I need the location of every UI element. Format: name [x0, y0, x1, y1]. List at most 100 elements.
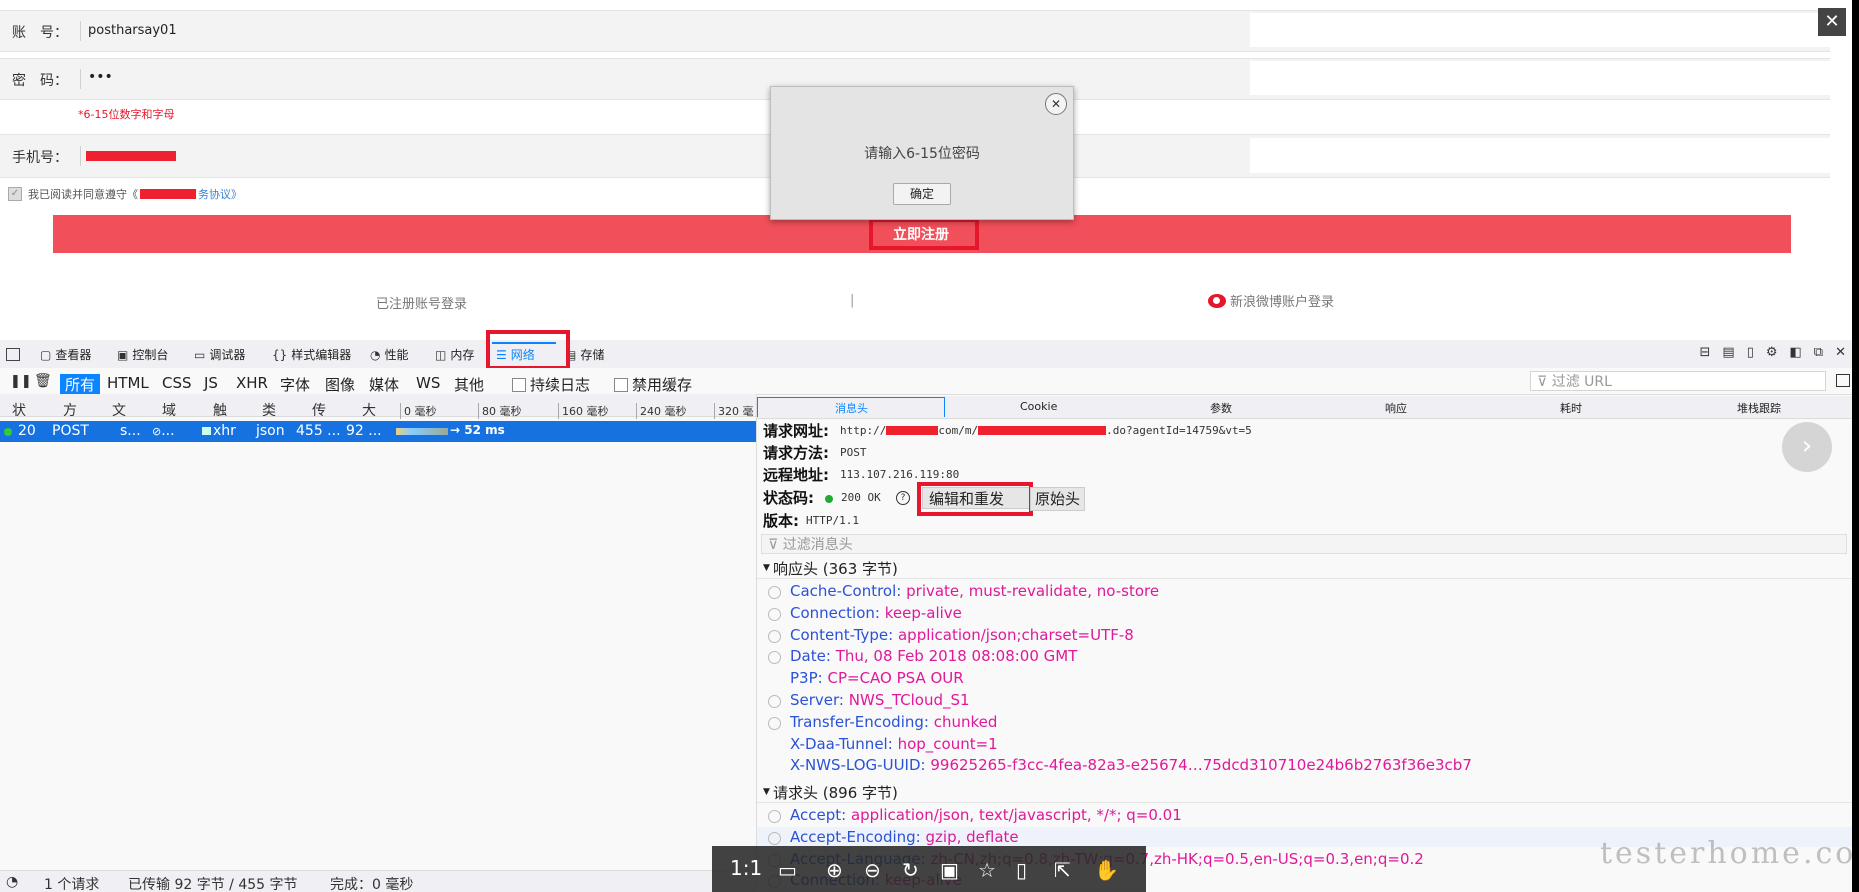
filter-4[interactable]: XHR [236, 374, 268, 392]
header-row[interactable]: Date: Thu, 08 Feb 2018 08:08:00 GMT [790, 647, 1077, 665]
header-help-icon[interactable] [768, 831, 781, 845]
agree-checkbox[interactable]: ✓ [8, 187, 22, 201]
filter-1[interactable]: HTML [107, 374, 149, 392]
tab-label: 调试器 [209, 348, 246, 362]
split-console-icon[interactable]: ⊟ [1699, 345, 1710, 360]
header-row[interactable]: X-Daa-Tunnel: hop_count=1 [790, 735, 998, 753]
pick-element-icon[interactable] [6, 348, 20, 361]
tab-inspector[interactable]: ▢ 查看器 [40, 346, 91, 363]
tab-storage[interactable]: ▤ 存储 [565, 346, 604, 363]
phone-icon[interactable]: ▯ [1747, 345, 1754, 360]
perf-icon[interactable]: ◔ [6, 874, 18, 890]
column-header[interactable]: 方 [63, 400, 77, 420]
persist-logs-toggle[interactable]: 持续日志 [512, 374, 590, 395]
disable-cache-toggle[interactable]: 禁用缓存 [614, 374, 692, 395]
column-header[interactable]: 触 [213, 400, 227, 420]
filter-0[interactable]: 所有 [60, 374, 101, 395]
header-row[interactable]: Accept-Encoding: gzip, deflate [790, 828, 1019, 846]
version-value: HTTP/1.1 [806, 514, 859, 527]
filter-6[interactable]: 图像 [325, 374, 355, 395]
header-help-icon[interactable] [768, 695, 781, 708]
tab-console[interactable]: ▣ 控制台 [117, 346, 168, 363]
header-row[interactable]: Accept: application/json, text/javascrip… [790, 806, 1182, 824]
fit-window-icon[interactable]: ▭ [778, 858, 797, 882]
dialog-confirm-button[interactable]: 确定 [893, 183, 951, 205]
request-row[interactable]: 20 POST s... ⊘... xhr json 455 ... 92 ..… [0, 421, 756, 442]
detail-tab[interactable]: Cookie [1020, 400, 1057, 413]
hand-icon[interactable]: ✋ [1094, 858, 1119, 882]
weibo-login-link[interactable]: 新浪微博账户登录 [1208, 291, 1334, 310]
request-headers-section[interactable]: ▼ 请求头 (896 字节) [757, 782, 1852, 803]
filter-2[interactable]: CSS [162, 374, 192, 392]
header-row[interactable]: Connection: keep-alive [790, 604, 962, 622]
status-code-label: 状态码: [763, 489, 814, 507]
sidebar-toggle-icon[interactable] [1836, 374, 1850, 387]
header-help-icon[interactable] [768, 651, 781, 665]
column-header[interactable]: 类 [262, 400, 276, 420]
tab-style-editor[interactable]: {} 样式编辑器 [272, 346, 351, 363]
phone-transfer-icon[interactable]: ▯ [1016, 858, 1027, 882]
header-help-icon[interactable] [768, 810, 781, 823]
header-row[interactable]: P3P: CP=CAO PSA OUR [790, 669, 964, 687]
login-divider: | [850, 293, 855, 308]
raw-headers-button[interactable]: 原始头 [1030, 487, 1086, 511]
login-registered-link[interactable]: 已注册账号登录 [376, 293, 467, 312]
header-row[interactable]: X-NWS-LOG-UUID: 99625265-f3cc-4fea-82a3-… [790, 756, 1472, 774]
column-header[interactable]: 文 [112, 400, 126, 420]
filter-url-input[interactable]: ⊽ 过滤 URL [1530, 371, 1826, 391]
zoom-in-icon[interactable]: ⊕ [826, 858, 843, 882]
response-headers-section[interactable]: ▼ 响应头 (363 字节) [757, 558, 1852, 579]
filter-8[interactable]: WS [416, 374, 440, 392]
column-header[interactable]: 状 [12, 400, 26, 420]
save-icon[interactable]: ▣ [940, 858, 959, 882]
filter-7[interactable]: 媒体 [369, 374, 399, 395]
header-name: Accept: [790, 806, 847, 824]
dock-side-icon[interactable]: ◧ [1790, 345, 1802, 360]
rotate-icon[interactable]: ↻ [902, 858, 919, 882]
tab-performance[interactable]: ◔ 性能 [370, 346, 409, 363]
zoom-ratio[interactable]: 1:1 [730, 856, 762, 880]
tab-memory[interactable]: ◫ 内存 [435, 346, 474, 363]
responsive-icon[interactable]: ▤ [1722, 345, 1734, 360]
collapse-icon: ▼ [763, 563, 770, 573]
agreement-link[interactable]: 务协议》 [198, 186, 242, 202]
detail-tab[interactable]: 耗时 [1560, 400, 1582, 416]
devtools-close-icon[interactable]: ✕ [1835, 345, 1846, 360]
pause-icon[interactable]: ❚❚ [10, 374, 32, 389]
password-label: 密 码： [12, 73, 68, 89]
filter-5[interactable]: 字体 [280, 374, 310, 395]
zoom-out-icon[interactable]: ⊖ [864, 858, 881, 882]
status-help-icon[interactable]: ? [896, 491, 910, 505]
filter-9[interactable]: 其他 [454, 374, 484, 395]
window-close-button[interactable]: ✕ [1818, 8, 1846, 36]
detail-tab[interactable]: 堆栈跟踪 [1737, 400, 1781, 416]
account-row[interactable]: 账 号： postharsay01 [0, 10, 1830, 52]
trash-icon[interactable]: 🗑 [34, 373, 52, 389]
share-icon[interactable]: ⇱ [1054, 858, 1071, 882]
header-value: application/json, text/javascript, */*; … [850, 806, 1182, 824]
gear-icon[interactable]: ⚙ [1766, 345, 1778, 360]
tab-debugger[interactable]: ▭ 调试器 [194, 346, 245, 363]
column-header[interactable]: 大 [362, 400, 376, 420]
column-header[interactable]: 域 [162, 400, 176, 420]
header-row[interactable]: Transfer-Encoding: chunked [790, 713, 997, 731]
filter-headers-input[interactable]: ⊽ 过滤消息头 [761, 534, 1847, 554]
password-input[interactable]: ••• [88, 69, 113, 85]
header-help-icon[interactable] [768, 716, 781, 730]
column-header[interactable]: 传 [312, 400, 326, 420]
bookmark-icon[interactable]: ☆ [978, 858, 996, 882]
register-button[interactable]: 立即注册 [53, 215, 1791, 253]
account-input[interactable]: postharsay01 [88, 23, 177, 38]
dialog-close-button[interactable]: ✕ [1045, 93, 1067, 115]
header-row[interactable]: Server: NWS_TCloud_S1 [790, 691, 970, 709]
next-image-button[interactable]: › [1782, 422, 1832, 472]
filter-3[interactable]: JS [204, 374, 218, 392]
header-help-icon[interactable] [768, 607, 781, 621]
header-help-icon[interactable] [768, 586, 781, 599]
detail-tab[interactable]: 响应 [1385, 400, 1407, 416]
separate-window-icon[interactable]: ⧉ [1814, 345, 1823, 360]
header-row[interactable]: Cache-Control: private, must-revalidate,… [790, 582, 1159, 600]
header-help-icon[interactable] [768, 629, 781, 643]
detail-tab[interactable]: 参数 [1210, 400, 1232, 416]
header-row[interactable]: Content-Type: application/json;charset=U… [790, 626, 1134, 644]
